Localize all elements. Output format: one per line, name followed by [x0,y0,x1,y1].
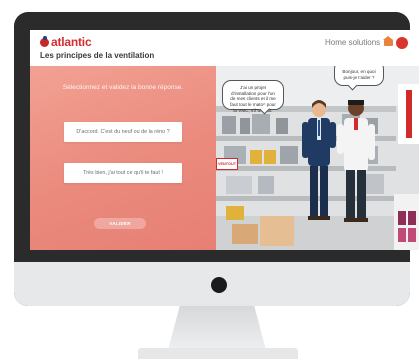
header: atlantic Les principes de la ventilation… [30,30,419,66]
ventout-sign: VENTOUT [216,158,238,170]
validate-button[interactable]: VALIDER [94,218,146,229]
home-solutions-link[interactable]: Home solutions [325,36,394,47]
answer-option-2[interactable]: Très bien, j'ai tout ce qu'il te faut ! [64,163,182,183]
yellow-box [226,206,244,220]
salesperson-speech-bubble: Bonjour, en quoi puis-je t'aider ? [334,66,384,86]
app-screen: atlantic Les principes de la ventilation… [30,30,419,250]
customer-speech-bubble: J'ai un projet d'installation pour l'un … [222,80,284,113]
camera-dot [211,277,227,293]
logo-icon [40,35,49,47]
cardboard-box-1 [232,224,258,244]
page-title: Les principes de la ventilation [40,51,155,60]
home-solutions-label: Home solutions [325,38,381,47]
atlantic-logo[interactable]: atlantic [40,35,92,49]
quiz-panel: Sélectionnez et validez la bonne réponse… [30,66,216,250]
monitor-base [138,348,298,359]
close-button[interactable] [396,37,408,49]
banner-stripe [406,90,412,138]
answer-option-1[interactable]: D'accord. C'est du neuf ou de la réno ? [64,122,182,142]
monitor-stand [168,306,266,350]
quiz-instruction: Sélectionnez et validez la bonne réponse… [62,84,184,91]
house-icon [383,36,394,46]
logo-text: atlantic [51,35,92,49]
cardboard-box-2 [260,216,294,246]
store-scene: J'ai un projet d'installation pour l'un … [216,66,419,250]
